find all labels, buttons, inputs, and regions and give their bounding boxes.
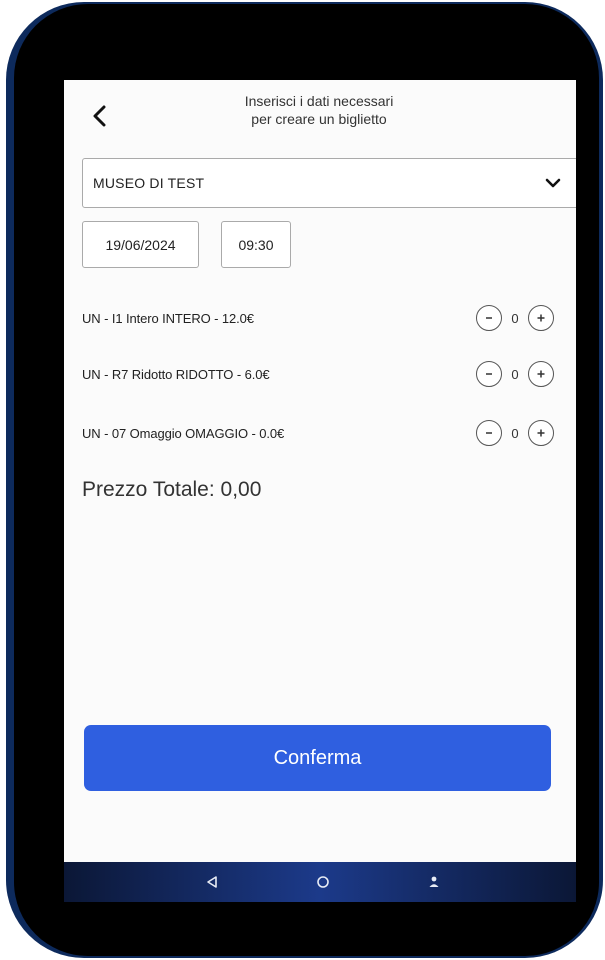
back-button[interactable] [78, 94, 122, 138]
ticket-row: UN - R7 Ridotto RIDOTTO - 6.0€ 0 [82, 358, 554, 390]
chevron-down-icon [545, 178, 561, 188]
quantity-value: 0 [511, 310, 519, 326]
header-line-1: Inserisci i dati necessari [244, 93, 394, 109]
nav-user-icon [429, 876, 439, 887]
quantity-value: 0 [511, 425, 519, 441]
nav-back-button[interactable] [200, 870, 224, 894]
date-field[interactable]: 19/06/2024 [82, 221, 199, 268]
minus-icon [486, 432, 492, 434]
total-price: Prezzo Totale: 0,00 [82, 478, 262, 501]
ticket-label: UN - R7 Ridotto RIDOTTO - 6.0€ [82, 366, 270, 382]
page-header: Inserisci i dati necessari per creare un… [174, 92, 464, 128]
quantity-value: 0 [511, 366, 519, 382]
minus-icon [486, 317, 492, 319]
museum-select-value: MUSEO DI TEST [93, 175, 205, 191]
nav-user-button[interactable] [422, 870, 446, 894]
back-arrow-icon [93, 105, 106, 127]
plus-icon [537, 429, 545, 437]
quantity-stepper: 0 [476, 420, 554, 446]
app-screen: Inserisci i dati necessari per creare un… [64, 80, 576, 902]
nav-home-button[interactable] [311, 870, 335, 894]
ticket-row: UN - I1 Intero INTERO - 12.0€ 0 [82, 302, 554, 334]
quantity-stepper: 0 [476, 305, 554, 331]
nav-back-triangle-icon [207, 876, 217, 888]
decrement-button[interactable] [476, 420, 502, 446]
ticket-row: UN - 07 Omaggio OMAGGIO - 0.0€ 0 [82, 417, 554, 449]
increment-button[interactable] [528, 420, 554, 446]
system-nav-bar [64, 862, 576, 902]
increment-button[interactable] [528, 361, 554, 387]
ticket-label: UN - 07 Omaggio OMAGGIO - 0.0€ [82, 425, 285, 441]
increment-button[interactable] [528, 305, 554, 331]
plus-icon [537, 370, 545, 378]
nav-home-circle-icon [317, 876, 329, 888]
museum-select[interactable]: MUSEO DI TEST [82, 158, 576, 208]
plus-icon [537, 314, 545, 322]
quantity-stepper: 0 [476, 361, 554, 387]
confirm-button[interactable]: Conferma [84, 725, 551, 791]
time-field[interactable]: 09:30 [221, 221, 291, 268]
minus-icon [486, 373, 492, 375]
ticket-label: UN - I1 Intero INTERO - 12.0€ [82, 310, 254, 326]
decrement-button[interactable] [476, 361, 502, 387]
decrement-button[interactable] [476, 305, 502, 331]
header-line-2: per creare un biglietto [251, 111, 387, 127]
